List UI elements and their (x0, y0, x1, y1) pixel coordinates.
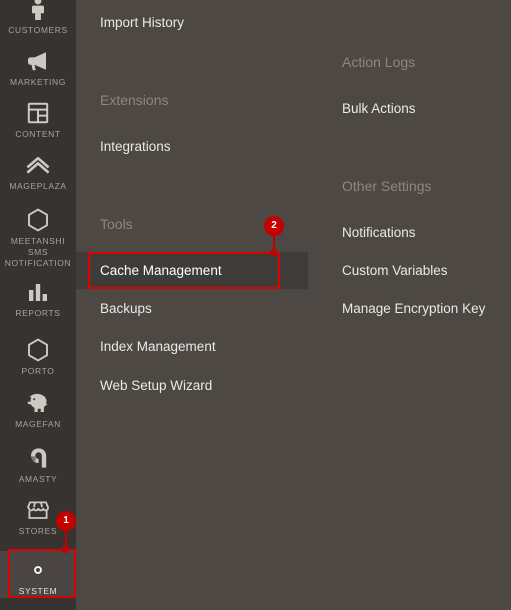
sidebar-item-reports[interactable]: REPORTS (0, 279, 76, 319)
menu-item-custom-variables[interactable]: Custom Variables (321, 262, 511, 279)
hexagon-icon (0, 337, 76, 363)
sidebar-item-system[interactable]: SYSTEM (0, 551, 76, 598)
sidebar-item-porto[interactable]: PORTO (0, 337, 76, 377)
sidebar-item-label: CONTENT (15, 129, 61, 139)
chevron-up-icon (0, 152, 76, 178)
step-badge-2: 2 (264, 216, 284, 236)
sidebar-bottom-strip (0, 602, 76, 610)
sidebar-item-mageplaza[interactable]: MAGEPLAZA (0, 152, 76, 192)
hexagon-icon (0, 207, 76, 233)
menu-section-tools: Tools (100, 216, 133, 232)
sidebar-item-magefan[interactable]: MAGEFAN (0, 390, 76, 430)
menu-item-notifications[interactable]: Notifications (321, 224, 511, 241)
flyout-bottom-strip (76, 602, 511, 610)
sidebar-item-label: MARKETING (10, 77, 66, 87)
sidebar-item-amasty[interactable]: AMASTY (0, 445, 76, 485)
menu-item-integrations[interactable]: Integrations (76, 138, 321, 155)
bar-chart-icon (0, 279, 76, 305)
step-badge-1: 1 (56, 511, 76, 531)
menu-section-other-settings: Other Settings (342, 178, 432, 194)
sidebar-item-label: MAGEPLAZA (9, 181, 67, 191)
sidebar-item-label: SYSTEM (18, 586, 58, 596)
sidebar-item-label: MAGEFAN (15, 419, 61, 429)
menu-item-web-setup-wizard[interactable]: Web Setup Wizard (76, 377, 321, 394)
sidebar-item-marketing[interactable]: MARKETING (0, 48, 76, 88)
menu-item-manage-encryption-key[interactable]: Manage Encryption Key (321, 300, 511, 317)
elephant-icon (0, 390, 76, 416)
sidebar-item-label: AMASTY (18, 474, 58, 484)
sidebar-item-content[interactable]: CONTENT (0, 100, 76, 140)
sidebar-item-label: MEETANSHI SMS NOTIFICATION (4, 236, 72, 268)
menu-section-extensions: Extensions (100, 92, 169, 108)
callout-dot-2 (270, 249, 277, 256)
callout-dot-1 (62, 546, 69, 553)
sidebar-item-meetanshi-sms-notification[interactable]: MEETANSHI SMS NOTIFICATION (0, 207, 76, 269)
menu-item-backups[interactable]: Backups (76, 300, 321, 317)
customer-icon (0, 0, 76, 22)
menu-section-action-logs: Action Logs (342, 54, 416, 70)
content-layout-icon (0, 100, 76, 126)
sidebar-item-customers[interactable]: CUSTOMERS (0, 0, 76, 36)
gear-icon (0, 557, 76, 583)
sidebar-item-label: REPORTS (15, 308, 61, 318)
system-flyout-menu: Import History Extensions Integrations Tool… (76, 0, 511, 602)
admin-menu-screen: Import History Extensions Integrations Tool… (0, 0, 511, 610)
menu-item-index-management[interactable]: Index Management (76, 338, 321, 355)
megaphone-icon (0, 48, 76, 74)
menu-item-bulk-actions[interactable]: Bulk Actions (321, 100, 511, 117)
sidebar-item-label: CUSTOMERS (8, 25, 68, 35)
amasty-logo-icon (0, 445, 76, 471)
sidebar-item-label: PORTO (21, 366, 55, 376)
menu-item-import-history[interactable]: Import History (76, 14, 321, 31)
menu-item-cache-management[interactable]: Cache Management (76, 262, 321, 279)
